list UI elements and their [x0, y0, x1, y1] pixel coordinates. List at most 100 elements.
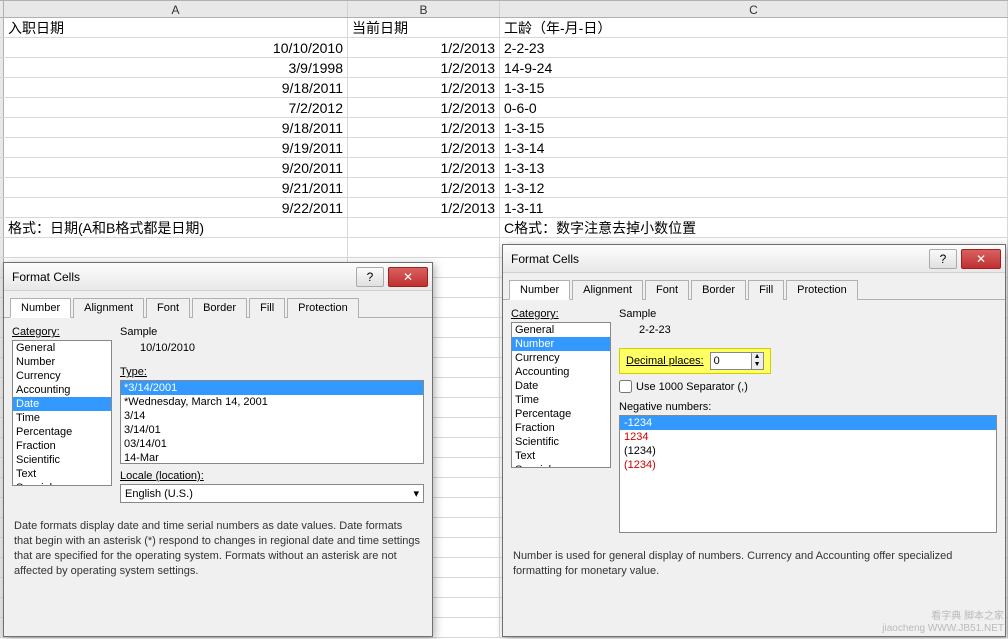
category-list[interactable]: GeneralNumberCurrencyAccountingDateTimeP… — [12, 340, 112, 486]
negative-item[interactable]: (1234) — [620, 444, 996, 458]
category-item[interactable]: Date — [512, 379, 610, 393]
cell[interactable]: 1/2/2013 — [348, 178, 500, 197]
cell[interactable]: 1-3-11 — [500, 198, 1008, 217]
thousand-separator-checkbox[interactable] — [619, 380, 632, 393]
help-button[interactable]: ? — [356, 267, 384, 287]
cell[interactable]: 3/9/1998 — [4, 58, 348, 77]
category-item[interactable]: Scientific — [13, 453, 111, 467]
type-item[interactable]: 14-Mar — [121, 451, 423, 464]
cell[interactable]: 10/10/2010 — [4, 38, 348, 57]
category-list[interactable]: GeneralNumberCurrencyAccountingDateTimeP… — [511, 322, 611, 468]
category-item[interactable]: Accounting — [13, 383, 111, 397]
type-item[interactable]: 3/14/01 — [121, 423, 423, 437]
cell[interactable]: 1/2/2013 — [348, 78, 500, 97]
category-item[interactable]: Currency — [512, 351, 610, 365]
cell[interactable]: 1-3-14 — [500, 138, 1008, 157]
category-item[interactable]: Text — [512, 449, 610, 463]
cell[interactable]: 9/18/2011 — [4, 118, 348, 137]
close-button[interactable]: ✕ — [388, 267, 428, 287]
negative-numbers-list[interactable]: -12341234(1234)(1234) — [619, 415, 997, 533]
category-item[interactable]: Time — [13, 411, 111, 425]
cell[interactable]: 9/22/2011 — [4, 198, 348, 217]
cell[interactable]: 1/2/2013 — [348, 98, 500, 117]
tab-protection[interactable]: Protection — [287, 298, 359, 318]
spin-down-icon[interactable]: ▼ — [752, 361, 763, 369]
tab-fill[interactable]: Fill — [748, 280, 784, 300]
spin-up-icon[interactable]: ▲ — [752, 353, 763, 361]
type-item[interactable]: 03/14/01 — [121, 437, 423, 451]
cell[interactable]: 1-3-12 — [500, 178, 1008, 197]
tab-border[interactable]: Border — [192, 298, 247, 318]
cell[interactable]: 1/2/2013 — [348, 198, 500, 217]
category-item[interactable]: Scientific — [512, 435, 610, 449]
tab-protection[interactable]: Protection — [786, 280, 858, 300]
cell[interactable]: 1-3-15 — [500, 78, 1008, 97]
category-item[interactable]: Fraction — [13, 439, 111, 453]
category-item[interactable]: General — [512, 323, 610, 337]
cell[interactable]: 9/18/2011 — [4, 78, 348, 97]
category-item[interactable]: Percentage — [13, 425, 111, 439]
category-item[interactable]: Currency — [13, 369, 111, 383]
cell[interactable]: 1-3-15 — [500, 118, 1008, 137]
close-button[interactable]: ✕ — [961, 249, 1001, 269]
cell[interactable] — [348, 218, 500, 237]
cell[interactable]: 工龄（年-月-日） — [500, 18, 1008, 37]
category-item[interactable]: Date — [13, 397, 111, 411]
cell[interactable]: 9/21/2011 — [4, 178, 348, 197]
cell[interactable]: 1-3-13 — [500, 158, 1008, 177]
category-item[interactable]: Time — [512, 393, 610, 407]
tab-font[interactable]: Font — [645, 280, 689, 300]
negative-item[interactable]: (1234) — [620, 458, 996, 472]
category-item[interactable]: Fraction — [512, 421, 610, 435]
cell[interactable]: 9/20/2011 — [4, 158, 348, 177]
format-cells-dialog-date: Format Cells ? ✕ NumberAlignmentFontBord… — [3, 262, 433, 637]
titlebar[interactable]: Format Cells ? ✕ — [4, 263, 432, 291]
tab-number[interactable]: Number — [509, 280, 570, 300]
type-item[interactable]: 3/14 — [121, 409, 423, 423]
decimal-places-input[interactable] — [711, 354, 751, 368]
tab-number[interactable]: Number — [10, 298, 71, 318]
titlebar[interactable]: Format Cells ? ✕ — [503, 245, 1005, 273]
type-list[interactable]: *3/14/2001*Wednesday, March 14, 20013/14… — [120, 380, 424, 464]
description-text: Date formats display date and time seria… — [4, 511, 432, 586]
tab-alignment[interactable]: Alignment — [572, 280, 643, 300]
col-header-A[interactable]: A — [4, 1, 348, 17]
type-item[interactable]: *3/14/2001 — [121, 381, 423, 395]
cell[interactable]: 格式：日期(A和B格式都是日期) — [4, 218, 348, 237]
cell[interactable]: 0-6-0 — [500, 98, 1008, 117]
cell[interactable]: 1/2/2013 — [348, 58, 500, 77]
tab-border[interactable]: Border — [691, 280, 746, 300]
cell[interactable]: 当前日期 — [348, 18, 500, 37]
category-item[interactable]: Number — [512, 337, 610, 351]
category-item[interactable]: Number — [13, 355, 111, 369]
cell[interactable]: 1/2/2013 — [348, 138, 500, 157]
category-item[interactable]: Percentage — [512, 407, 610, 421]
format-cells-dialog-number: Format Cells ? ✕ NumberAlignmentFontBord… — [502, 244, 1006, 637]
tab-font[interactable]: Font — [146, 298, 190, 318]
col-header-C[interactable]: C — [500, 1, 1008, 17]
decimal-places-spinner[interactable]: ▲ ▼ — [710, 352, 764, 370]
category-item[interactable]: Accounting — [512, 365, 610, 379]
cell[interactable]: 14-9-24 — [500, 58, 1008, 77]
cell[interactable]: C格式：数字注意去掉小数位置 — [500, 218, 1008, 237]
cell[interactable]: 入职日期 — [4, 18, 348, 37]
tab-alignment[interactable]: Alignment — [73, 298, 144, 318]
category-item[interactable]: General — [13, 341, 111, 355]
cell[interactable]: 1/2/2013 — [348, 158, 500, 177]
negative-numbers-label: Negative numbers: — [619, 401, 997, 413]
negative-item[interactable]: 1234 — [620, 430, 996, 444]
category-item[interactable]: Special — [512, 463, 610, 468]
cell[interactable]: 2-2-23 — [500, 38, 1008, 57]
cell[interactable]: 1/2/2013 — [348, 38, 500, 57]
category-item[interactable]: Special — [13, 481, 111, 486]
type-item[interactable]: *Wednesday, March 14, 2001 — [121, 395, 423, 409]
col-header-B[interactable]: B — [348, 1, 500, 17]
tab-fill[interactable]: Fill — [249, 298, 285, 318]
cell[interactable]: 1/2/2013 — [348, 118, 500, 137]
locale-select[interactable]: English (U.S.) ▾ — [120, 484, 424, 503]
category-item[interactable]: Text — [13, 467, 111, 481]
negative-item[interactable]: -1234 — [620, 416, 996, 430]
help-button[interactable]: ? — [929, 249, 957, 269]
cell[interactable]: 9/19/2011 — [4, 138, 348, 157]
cell[interactable]: 7/2/2012 — [4, 98, 348, 117]
